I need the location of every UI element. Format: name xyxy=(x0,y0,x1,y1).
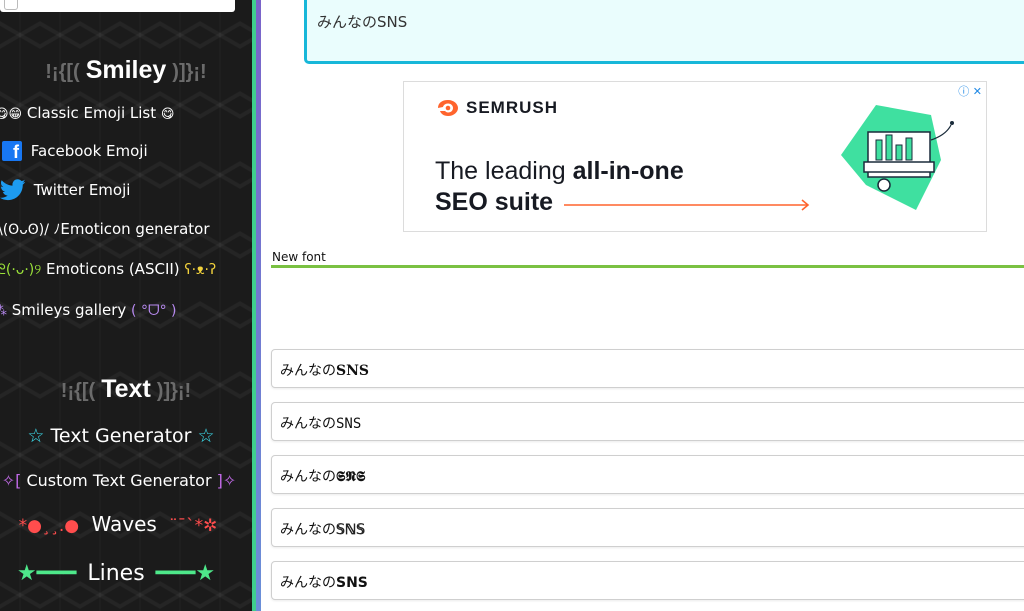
headline-bold: all-in-one xyxy=(572,157,684,185)
sidebar-item-text-generator[interactable]: ☆ Text Generator ☆ xyxy=(0,425,247,447)
sidebar-item-label: Smileys gallery xyxy=(11,301,127,319)
star-icon: ☆ xyxy=(27,425,45,447)
arrow-right-icon xyxy=(564,199,810,211)
font-result-row[interactable]: みんなの𝗦𝗡𝗦 xyxy=(271,561,1024,600)
plain-text: みんなの xyxy=(280,416,336,432)
heading-deco-left: !¡{[( xyxy=(60,380,96,402)
sidebar: !¡{[(Smiley)]}¡! 😋😁 Classic Emoji List 😋… xyxy=(0,0,252,611)
sidebar-item-facebook-emoji[interactable]: f Facebook Emoji xyxy=(2,141,252,161)
sidebar-search-box[interactable] xyxy=(0,0,235,12)
sidebar-item-label: Twitter Emoji xyxy=(33,180,131,199)
sidebar-item-lines[interactable]: ★━━━ Lines ━━━★ xyxy=(0,561,242,586)
styled-text: 𝐒𝐍𝐒 xyxy=(336,363,370,379)
kaomoji-deco: ʕ·ᴥ·ʔ xyxy=(184,262,217,278)
text-heading-title: Text xyxy=(101,375,151,403)
plain-text: みんなの xyxy=(280,522,336,538)
plain-text: みんなの xyxy=(280,469,336,485)
semrush-logo: SEMRUSH xyxy=(436,98,558,118)
heading-deco-left: !¡{[( xyxy=(45,61,80,83)
lines-deco: ━━━★ xyxy=(155,561,216,586)
main-content: みんなのSNS ⓘ ✕ SEMRUSH The leading all-in-o… xyxy=(261,0,1024,611)
plain-text: みんなの xyxy=(280,575,336,591)
font-result-row[interactable]: みんなの𝕾𝕹𝕾 xyxy=(271,455,1024,494)
emoji-icon: 😋😁 xyxy=(0,107,23,122)
heading-deco-right: )]}¡! xyxy=(156,380,192,402)
styled-text: 𝕾𝕹𝕾 xyxy=(336,469,366,485)
sidebar-item-emoticon-generator[interactable]: \(ʘᴗʘ)/ ﾉEmoticon generator xyxy=(0,219,250,239)
headline-line2: SEO suite xyxy=(435,188,554,216)
star-icon: ☆ xyxy=(197,425,215,447)
new-font-divider xyxy=(271,265,1024,268)
waves-deco: ¨¯`*✲ xyxy=(169,516,218,536)
lines-deco: ★━━━ xyxy=(16,561,77,586)
kaomoji-deco: ᘓ(·ᴗ·)୨ xyxy=(0,262,42,278)
sidebar-item-custom-text-generator[interactable]: ✧[ Custom Text Generator ]✧ xyxy=(0,471,245,490)
sparkle-icon: ⁂ xyxy=(0,304,7,319)
semrush-flame-icon xyxy=(438,100,458,116)
smiley-heading-title: Smiley xyxy=(85,56,167,84)
input-value: みんなのSNS xyxy=(317,13,408,31)
sparkle-icon: ]✧ xyxy=(216,471,237,490)
facebook-icon: f xyxy=(2,141,22,161)
sidebar-item-emoticons-ascii[interactable]: ᘓ(·ᴗ·)୨ Emoticons (ASCII) ʕ·ᴥ·ʔ xyxy=(0,260,248,278)
font-result-row[interactable]: みんなの𝕊ℕ𝕊 xyxy=(271,508,1024,547)
sidebar-item-smileys-gallery[interactable]: ⁂ Smileys gallery ( °ᗜ° ) xyxy=(0,301,246,319)
advertisement-banner[interactable]: ⓘ ✕ SEMRUSH The leading all-in-one SEO s… xyxy=(403,81,987,232)
sidebar-item-label: Lines xyxy=(87,561,145,586)
seo-toolbox-illustration-icon xyxy=(841,105,954,210)
styled-text: 𝕊ℕ𝕊 xyxy=(336,522,366,539)
sidebar-item-label: Facebook Emoji xyxy=(30,141,148,160)
heading-deco-right: )]}¡! xyxy=(172,61,207,83)
sidebar-item-classic-emoji[interactable]: 😋😁 Classic Emoji List 😋 xyxy=(0,104,247,122)
headline-normal: The leading xyxy=(435,157,573,185)
search-box-handle xyxy=(4,0,18,10)
sidebar-item-twitter-emoji[interactable]: Twitter Emoji xyxy=(0,179,252,201)
sidebar-item-label: Emoticons (ASCII) xyxy=(46,260,180,278)
brand-name: SEMRUSH xyxy=(466,98,559,117)
font-result-row[interactable]: みんなの𝐒𝐍𝐒 xyxy=(271,349,1024,388)
sidebar-item-label: Classic Emoji List xyxy=(26,104,157,122)
waves-deco: *●¸¸.● xyxy=(18,516,80,536)
sidebar-item-label: Text Generator xyxy=(50,425,192,447)
kaomoji-deco: ( °ᗜ° ) xyxy=(131,303,177,319)
sidebar-item-waves[interactable]: *●¸¸.● Waves ¨¯`*✲ xyxy=(0,512,244,536)
new-font-label: New font xyxy=(272,250,326,264)
sidebar-item-label: Waves xyxy=(91,512,157,536)
twitter-bird-icon xyxy=(0,179,26,201)
plain-text: みんなの xyxy=(280,363,336,379)
text-section-heading: !¡{[(Text)]}¡! xyxy=(0,375,252,404)
ad-controls[interactable]: ⓘ ✕ xyxy=(958,83,982,99)
styled-text: 𝚂𝙽𝚂 xyxy=(336,416,362,432)
sparkle-icon: ✧[ xyxy=(1,471,22,490)
kaomoji-deco: \(ʘᴗʘ)/ ﾉ xyxy=(0,222,61,238)
styled-text: 𝗦𝗡𝗦 xyxy=(336,575,368,591)
font-result-row[interactable]: みんなの𝚂𝙽𝚂 xyxy=(271,402,1024,441)
text-input[interactable]: みんなのSNS xyxy=(304,0,1024,64)
sidebar-item-label: Emoticon generator xyxy=(60,220,210,238)
emoji-icon: 😋 xyxy=(160,107,175,122)
smiley-section-heading: !¡{[(Smiley)]}¡! xyxy=(0,56,252,85)
sidebar-item-label: Custom Text Generator xyxy=(26,471,212,490)
